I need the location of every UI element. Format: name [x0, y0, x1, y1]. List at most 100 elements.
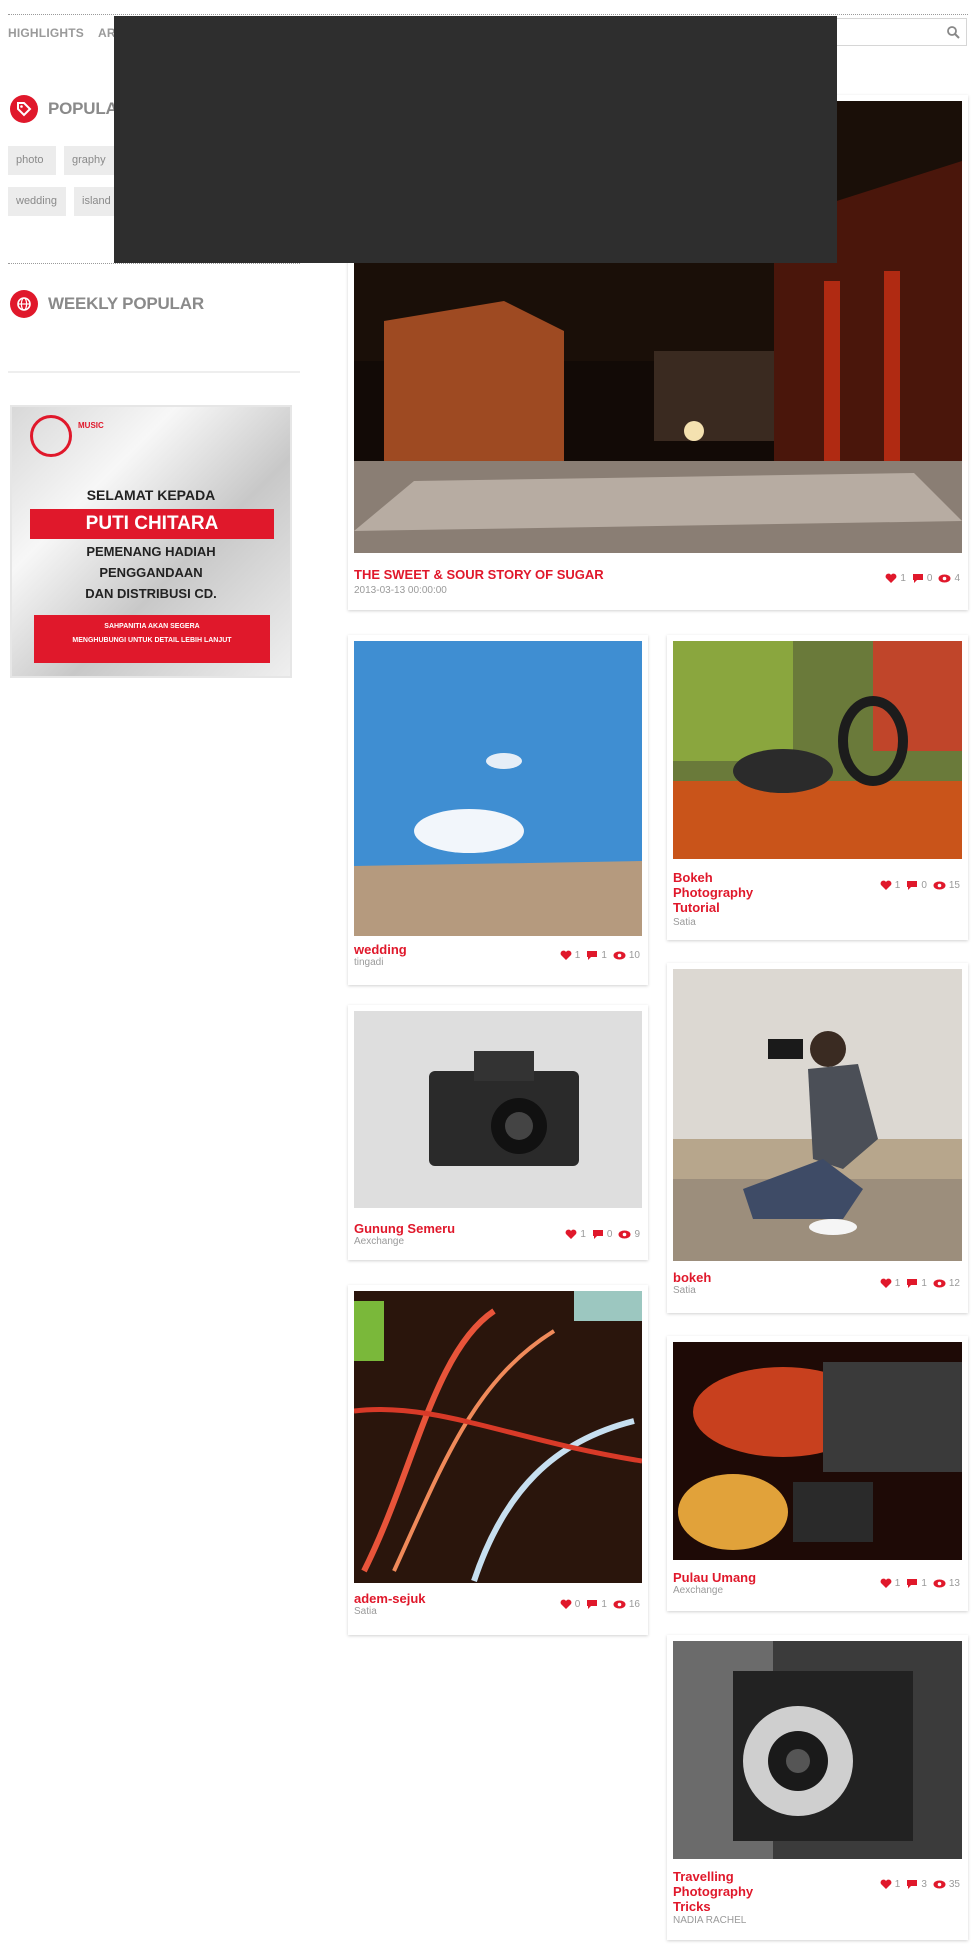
eye-icon	[933, 1279, 946, 1288]
eye-icon	[933, 881, 946, 890]
view-count: 12	[948, 1278, 960, 1289]
comment-icon[interactable]	[906, 880, 918, 891]
post-title[interactable]: adem-sejuk	[354, 1591, 524, 1606]
post-card-adem-sejuk[interactable]: adem-sejuk Satia 0 1 16	[348, 1285, 648, 1635]
ad-cta-1: SAHPANITIA AKAN SEGERA	[104, 623, 200, 630]
view-count: 15	[948, 880, 960, 891]
post-stats: 1 1 12	[880, 1278, 960, 1289]
comment-count: 1	[601, 1599, 607, 1610]
post-stats: 1 1 10	[560, 950, 640, 961]
tag-wedding[interactable]: wedding	[8, 187, 66, 216]
post-photo-vintage-camera[interactable]	[673, 1641, 962, 1859]
comment-icon[interactable]	[586, 1599, 598, 1610]
comment-icon[interactable]	[906, 1578, 918, 1589]
heart-icon[interactable]	[560, 1599, 572, 1610]
comment-icon[interactable]	[912, 573, 924, 584]
post-meta: Satia	[673, 1285, 696, 1296]
heart-icon[interactable]	[880, 1879, 892, 1890]
post-card-bokeh-tutorial[interactable]: Bokeh Photography Tutorial Satia 1 0 15	[667, 635, 968, 940]
popular-header: POPULAR	[10, 95, 130, 123]
ad-line-1: SELAMAT KEPADA	[86, 487, 216, 503]
top-divider	[8, 14, 968, 15]
post-title[interactable]: Pulau Umang	[673, 1570, 843, 1585]
post-stats: 1 1 13	[880, 1578, 960, 1589]
view-count: 13	[948, 1578, 960, 1589]
comment-count: 1	[921, 1578, 927, 1589]
heart-icon[interactable]	[880, 1578, 892, 1589]
post-meta: 2013-03-13 00:00:00	[354, 585, 447, 596]
post-title[interactable]: wedding	[354, 942, 524, 957]
sidebar-divider	[8, 263, 300, 264]
heart-icon[interactable]	[560, 950, 572, 961]
post-photo-sky[interactable]	[354, 641, 642, 936]
ad-cta-2: MENGHUBUNGI UNTUK DETAIL LEBIH LANJUT	[72, 637, 232, 644]
post-title[interactable]: Travelling Photography Tricks	[673, 1869, 783, 1914]
post-meta: Aexchange	[354, 1236, 405, 1247]
ad-line-4: DAN DISTRIBUSI CD.	[85, 586, 217, 601]
ad-cta: SAHPANITIA AKAN SEGERA MENGHUBUNGI UNTUK…	[34, 615, 270, 663]
eye-icon	[938, 574, 951, 583]
post-meta: Satia	[673, 917, 696, 928]
tag-photo[interactable]: photo	[8, 146, 56, 175]
eye-icon	[933, 1579, 946, 1588]
search-box[interactable]	[820, 18, 967, 46]
post-stats: 1 0 9	[565, 1229, 640, 1240]
post-card-bokeh[interactable]: bokeh Satia 1 1 12	[667, 963, 968, 1313]
like-count: 1	[900, 573, 906, 584]
comment-icon[interactable]	[906, 1278, 918, 1289]
post-photo-light-trails[interactable]	[354, 1291, 642, 1583]
post-title[interactable]: bokeh	[673, 1270, 843, 1285]
post-card-pulau-umang[interactable]: Pulau Umang Aexchange 1 1 13	[667, 1336, 968, 1611]
post-photo-photographer[interactable]	[673, 969, 962, 1261]
heart-icon[interactable]	[880, 880, 892, 891]
comment-icon[interactable]	[586, 950, 598, 961]
post-meta: NADIA RACHEL	[673, 1915, 747, 1926]
view-count: 4	[954, 573, 960, 584]
search-input[interactable]	[827, 24, 937, 40]
brand-logo-text: MUSIC	[78, 421, 104, 430]
tag-icon	[10, 95, 38, 123]
comment-count: 0	[926, 573, 933, 584]
heart-icon[interactable]	[885, 573, 897, 584]
post-meta: Satia	[354, 1606, 377, 1617]
post-stats: 0 1 16	[560, 1599, 640, 1610]
ad-highlight: PUTI CHITARA	[30, 509, 274, 539]
post-photo-lens-rings[interactable]	[673, 641, 962, 859]
post-title[interactable]: Gunung Semeru	[354, 1221, 524, 1236]
comment-count: 3	[921, 1879, 927, 1890]
post-card-gunung-semeru[interactable]: Gunung Semeru Aexchange 1 0 9	[348, 1005, 648, 1260]
like-count: 0	[574, 1599, 581, 1610]
tag-graphy[interactable]: graphy	[64, 146, 114, 175]
eye-icon	[618, 1230, 631, 1239]
eye-icon	[613, 951, 626, 960]
brand-logo-icon	[30, 415, 72, 457]
comment-count: 0	[921, 880, 927, 891]
search-icon[interactable]	[946, 25, 960, 39]
like-count: 1	[894, 1578, 901, 1589]
like-count: 1	[894, 1278, 901, 1289]
ad-line-2: PEMENANG HADIAH	[86, 544, 216, 559]
post-title[interactable]: THE SWEET & SOUR STORY OF SUGAR	[354, 567, 804, 582]
post-card-travelling-tricks[interactable]: Travelling Photography Tricks NADIA RACH…	[667, 1635, 968, 1940]
eye-icon	[933, 1880, 946, 1889]
comment-count: 1	[601, 950, 607, 961]
view-count: 10	[628, 950, 640, 961]
like-count: 1	[574, 950, 581, 961]
nav-item-highlights[interactable]: HIGHLIGHTS	[8, 26, 84, 46]
post-card-wedding[interactable]: wedding tingadi 1 1 10	[348, 635, 648, 985]
weekly-header: WEEKLY POPULAR	[10, 290, 204, 318]
heart-icon[interactable]	[880, 1278, 892, 1289]
comment-icon[interactable]	[592, 1229, 604, 1240]
comment-icon[interactable]	[906, 1879, 918, 1890]
view-count: 9	[634, 1229, 640, 1240]
globe-icon	[10, 290, 38, 318]
ad-line-3: PENGGANDAAN	[99, 565, 203, 580]
weekly-title: WEEKLY POPULAR	[48, 294, 204, 313]
ad-banner[interactable]: MUSIC SELAMAT KEPADA PUTI CHITARA PEMENA…	[10, 405, 292, 678]
like-count: 1	[894, 880, 901, 891]
post-photo-camera-dial[interactable]	[673, 1342, 962, 1560]
post-title[interactable]: Bokeh Photography Tutorial	[673, 870, 783, 915]
comment-count: 0	[606, 1229, 613, 1240]
post-photo-camera[interactable]	[354, 1011, 642, 1208]
heart-icon[interactable]	[565, 1229, 577, 1240]
